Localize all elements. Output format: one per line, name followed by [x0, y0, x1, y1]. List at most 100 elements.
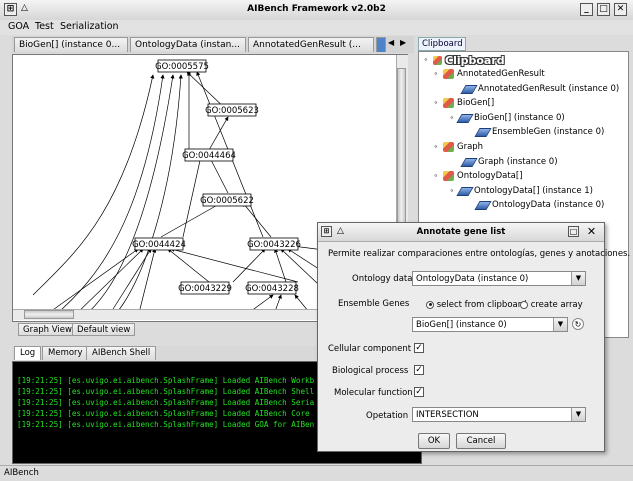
- tree-item[interactable]: ⚬ BioGen[] (instance 0): [449, 113, 565, 123]
- ensemble-genes-value: BioGen[] (instance 0): [416, 320, 507, 330]
- close-button[interactable]: ✕: [614, 3, 627, 16]
- tree-item-label: OntologyData (instance 0): [492, 200, 605, 210]
- tab-graph-view[interactable]: Graph View: [18, 323, 77, 336]
- dialog-title: Annotate gene list: [416, 227, 506, 237]
- tree-item[interactable]: AnnotatedGenResult (instance 0): [460, 84, 619, 94]
- tab-memory[interactable]: Memory: [42, 346, 89, 360]
- graph-node[interactable]: GO:0043226: [247, 240, 301, 250]
- tree-item[interactable]: ⚬ OntologyData[] (instance 1): [449, 186, 593, 196]
- instance-gem-icon: [460, 157, 478, 167]
- tab-scroll-left-icon[interactable]: ◀: [388, 38, 394, 47]
- log-line: [19:21:25] [es.uvigo.ei.aibench.SplashFr…: [17, 409, 310, 418]
- graph-edge: [167, 248, 210, 283]
- log-line: [19:21:25] [es.uvigo.ei.aibench.SplashFr…: [17, 387, 315, 396]
- tree-expand-icon[interactable]: ⚬: [433, 99, 440, 107]
- minimize-button[interactable]: _: [580, 3, 593, 16]
- graph-edge: [52, 74, 165, 318]
- ontology-data-select[interactable]: OntologyData (instance 0) ▼: [412, 271, 586, 286]
- ontology-data-value: OntologyData (instance 0): [416, 274, 529, 284]
- ensemble-genes-select[interactable]: BioGen[] (instance 0) ▼: [412, 317, 568, 332]
- graph-node[interactable]: GO:0005575: [155, 62, 209, 72]
- graph-edge: [32, 74, 155, 296]
- refresh-icon[interactable]: ↻: [572, 318, 584, 330]
- tree-expand-icon[interactable]: ⚬: [449, 187, 456, 195]
- tree-expand-icon[interactable]: ⚬: [433, 172, 440, 180]
- molecular-function-checkbox[interactable]: ✓: [414, 387, 424, 397]
- operation-select[interactable]: INTERSECTION ▼: [412, 407, 586, 422]
- biological-process-checkbox[interactable]: ✓: [414, 365, 424, 375]
- dialog-description: Permite realizar comparaciones entre ont…: [328, 249, 631, 259]
- graph-node[interactable]: GO:0044424: [132, 240, 186, 250]
- tab-biogen[interactable]: BioGen[] (instance 0...: [14, 37, 128, 52]
- window-title: AIBench Framework v2.0b2: [247, 4, 386, 14]
- tab-aibench-shell[interactable]: AIBench Shell: [86, 346, 157, 360]
- tree-expand-icon[interactable]: ⚬: [449, 114, 456, 122]
- maximize-button[interactable]: □: [597, 3, 610, 16]
- ontology-data-label: Ontology data: [352, 274, 413, 284]
- tab-annotatedgenresult[interactable]: AnnotatedGenResult (...: [248, 37, 374, 52]
- graph-edge: [160, 202, 222, 238]
- radio-create-array[interactable]: create array: [520, 300, 583, 310]
- graph-edge: [208, 116, 229, 151]
- status-text: AIBench: [4, 468, 39, 478]
- tree-expand-icon[interactable]: ⚬: [433, 143, 440, 151]
- tab-ontologydata[interactable]: OntologyData (instan...: [130, 37, 246, 52]
- cancel-button[interactable]: Cancel: [456, 433, 506, 449]
- window-title-bar: ⊞ △ AIBench Framework v2.0b2 _ □ ✕: [0, 0, 633, 21]
- graph-node[interactable]: GO:0043229: [178, 284, 232, 294]
- log-line: [19:21:25] [es.uvigo.ei.aibench.SplashFr…: [17, 398, 315, 407]
- graph-vertical-scroll-thumb[interactable]: [397, 68, 406, 248]
- dialog-close-button[interactable]: ✕: [586, 226, 597, 237]
- ok-button[interactable]: OK: [418, 433, 450, 449]
- menu-serialization[interactable]: Serialization: [60, 21, 119, 32]
- radio-select-from-clipboard[interactable]: select from clipboard: [426, 300, 526, 310]
- graph-edge: [242, 202, 272, 238]
- radio-off-icon[interactable]: [520, 300, 528, 309]
- graph-horizontal-scroll-thumb[interactable]: [24, 310, 74, 319]
- tree-expand-icon[interactable]: ⚬: [423, 57, 430, 64]
- operation-value: INTERSECTION: [416, 410, 479, 420]
- menu-goa[interactable]: GOA: [8, 21, 29, 32]
- clipboard-header: Clipboard: [445, 54, 505, 67]
- tab-default-view[interactable]: Default view: [72, 323, 136, 336]
- tab-log[interactable]: Log: [14, 346, 42, 360]
- radio-label: create array: [530, 300, 583, 310]
- menu-bar: GOA Test Serialization: [0, 20, 633, 35]
- tree-item[interactable]: ⚬ AnnotatedGenResult: [433, 69, 545, 79]
- tree-item[interactable]: EnsembleGen (instance 0): [474, 127, 604, 137]
- tab-selected[interactable]: [376, 37, 386, 52]
- tree-item[interactable]: ⚬ BioGen[]: [433, 98, 494, 108]
- dialog-maximize-button[interactable]: □: [568, 226, 579, 237]
- document-tab-strip: BioGen[] (instance 0... OntologyData (in…: [12, 36, 414, 53]
- tree-item[interactable]: OntologyData (instance 0): [474, 200, 605, 210]
- tree-item[interactable]: Graph (instance 0): [460, 157, 558, 167]
- datatype-cube-icon: [443, 171, 454, 181]
- molecular-function-label: Molecular function: [334, 388, 413, 398]
- radio-on-icon[interactable]: [426, 300, 434, 309]
- tree-item-label: OntologyData[]: [457, 171, 523, 181]
- tree-item[interactable]: ⚬ Graph: [433, 142, 483, 152]
- graph-edge: [42, 248, 139, 318]
- cellular-component-checkbox[interactable]: ✓: [414, 343, 424, 353]
- graph-edge: [170, 247, 299, 283]
- graph-edge: [208, 155, 229, 194]
- clipboard-root-icon: [433, 56, 442, 65]
- graph-node[interactable]: GO:0044464: [182, 151, 236, 161]
- status-bar: AIBench: [0, 465, 633, 481]
- tab-scroll-right-icon[interactable]: ▶: [400, 38, 406, 47]
- graph-node[interactable]: GO:0043228: [245, 284, 299, 294]
- instance-gem-icon: [474, 127, 492, 137]
- log-line: [19:21:25] [es.uvigo.ei.aibench.SplashFr…: [17, 420, 315, 429]
- radio-label: select from clipboard: [436, 300, 527, 310]
- graph-node[interactable]: GO:0005623: [205, 106, 259, 116]
- chevron-down-icon: ▼: [571, 272, 585, 285]
- graph-node[interactable]: GO:0005622: [200, 196, 254, 206]
- tree-item-label: OntologyData[] (instance 1): [474, 186, 593, 196]
- dialog-title-bar[interactable]: ⊞ △ Annotate gene list □ ✕: [318, 223, 604, 242]
- datatype-cube-icon: [443, 98, 454, 108]
- menu-test[interactable]: Test: [35, 21, 54, 32]
- tree-item[interactable]: ⚬ OntologyData[]: [433, 171, 523, 181]
- tab-clipboard[interactable]: Clipboard: [418, 37, 466, 51]
- datatype-cube-icon: [443, 69, 454, 79]
- tree-expand-icon[interactable]: ⚬: [433, 70, 440, 78]
